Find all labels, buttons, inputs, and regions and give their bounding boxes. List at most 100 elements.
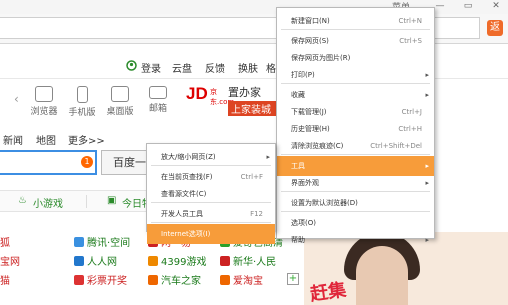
- submenu-arrow-icon: ▸: [425, 71, 429, 79]
- submenu-arrow-icon: ▸: [425, 236, 429, 244]
- notification-badge: 1: [81, 156, 93, 168]
- main-menu-item[interactable]: 界面外观 ▸: [277, 173, 434, 193]
- more-toplink[interactable]: 格: [266, 60, 276, 75]
- games-link[interactable]: 小游戏: [33, 195, 63, 210]
- site-logo-icon: [220, 275, 230, 285]
- main-menu-item[interactable]: 打印(P) ▸: [277, 65, 434, 85]
- nav-more[interactable]: 更多>>: [68, 132, 105, 147]
- menu-item-label: 查看源文件(C): [161, 190, 207, 198]
- ad-line-1: 置办家: [228, 86, 261, 99]
- shortcut-desktop[interactable]: 桌面版: [102, 84, 138, 117]
- site-label: 4399游戏: [161, 257, 207, 268]
- skin-link[interactable]: 换肤: [238, 60, 258, 75]
- main-menu-item[interactable]: 清除浏览痕迹(C) Ctrl+Shift+Del: [277, 136, 434, 156]
- menu-separator: [151, 222, 271, 223]
- login-icon: [126, 60, 137, 74]
- shortcut-label: 邮箱: [148, 104, 167, 114]
- shortcut-label: 浏览器: [30, 107, 58, 117]
- menu-item-label: 界面外观: [291, 179, 319, 187]
- cloud-link[interactable]: 云盘: [172, 60, 192, 75]
- site-label: 爱淘宝: [233, 276, 263, 287]
- menu-item-label: 历史管理(H): [291, 125, 330, 133]
- menu-item-label: Internet选项(I): [161, 230, 211, 238]
- menu-shortcut: Ctrl+N: [398, 17, 422, 25]
- menu-separator: [151, 202, 271, 203]
- restore-button[interactable]: ▭: [458, 0, 478, 12]
- tools-submenu: 放大/缩小网页(Z) ▸ 在当前页查找(F) Ctrl+F 查看源文件(C) 开发人员工具…: [146, 143, 276, 244]
- site-logo-icon: [74, 256, 84, 266]
- menu-item-label: 工具: [291, 162, 305, 170]
- menu-separator: [281, 191, 430, 192]
- menu-shortcut: F12: [250, 210, 263, 218]
- site-logo-icon: [148, 275, 158, 285]
- shortcut-label: 桌面版: [106, 107, 134, 117]
- main-menu-item[interactable]: 设置为默认浏览器(D): [277, 193, 434, 213]
- mobile-icon: [76, 86, 88, 103]
- menu-item-label: 帮助: [291, 236, 305, 244]
- site-logo-icon: [220, 256, 230, 266]
- site-link[interactable]: 人人网: [74, 253, 117, 268]
- submenu-arrow-icon: ▸: [425, 179, 429, 187]
- shortcut-mail[interactable]: 邮箱: [140, 84, 176, 114]
- jd-logo-text: JD: [186, 84, 208, 103]
- menu-item-label: 收藏: [291, 91, 305, 99]
- menu-item-label: 放大/缩小网页(Z): [161, 153, 216, 161]
- site-label: 猫: [0, 276, 10, 287]
- menu-item-label: 选项(O): [291, 219, 316, 227]
- menu-separator: [281, 211, 430, 212]
- menu-item-label: 保存网页为图片(R): [291, 54, 351, 62]
- shortcut-icons: 浏览器 手机版 桌面版 邮箱: [0, 84, 190, 124]
- shortcut-browser[interactable]: 浏览器: [26, 84, 62, 117]
- divider: [86, 195, 87, 208]
- tools-menu-item[interactable]: 开发人员工具 F12: [147, 204, 275, 224]
- shortcut-mobile[interactable]: 手机版: [64, 84, 100, 118]
- menu-item-label: 打印(P): [291, 71, 315, 79]
- nav-news[interactable]: 新闻: [3, 132, 23, 147]
- tools-menu-item[interactable]: Internet选项(I): [147, 224, 275, 244]
- jd-logo[interactable]: JD 京东.com: [186, 84, 234, 110]
- site-link[interactable]: 腾讯·空间: [74, 234, 130, 249]
- menu-separator: [281, 83, 430, 84]
- app-logo-button[interactable]: 返: [487, 20, 503, 36]
- site-link[interactable]: 4399游戏: [148, 253, 206, 268]
- site-link[interactable]: 宝网: [0, 253, 20, 268]
- site-link[interactable]: 汽车之家: [148, 272, 201, 287]
- tools-menu-item[interactable]: 放大/缩小网页(Z) ▸: [147, 147, 275, 167]
- menu-item-label: 新建窗口(N): [291, 17, 330, 25]
- desktop-icon: [111, 86, 129, 102]
- main-menu: 新建窗口(N) Ctrl+N 保存网页(S) Ctrl+S 保存网页为图片(R) 打印(P…: [276, 7, 435, 244]
- site-label: 人人网: [87, 257, 117, 268]
- tools-menu-item[interactable]: 查看源文件(C): [147, 184, 275, 204]
- shortcut-label: 手机版: [68, 108, 96, 118]
- menu-item-label: 开发人员工具: [161, 210, 203, 218]
- site-label: 汽车之家: [161, 276, 201, 287]
- feedback-link[interactable]: 反馈: [205, 60, 225, 75]
- site-logo-icon: [74, 275, 84, 285]
- site-label: 狐: [0, 238, 10, 249]
- site-link[interactable]: 狐: [0, 234, 10, 249]
- main-menu-item[interactable]: 帮助 ▸: [277, 230, 434, 250]
- menu-item-label: 保存网页(S): [291, 37, 329, 45]
- nav-map[interactable]: 地图: [36, 132, 56, 147]
- site-label: 宝网: [0, 257, 20, 268]
- main-menu-item[interactable]: 新建窗口(N) Ctrl+N: [277, 11, 434, 31]
- site-link[interactable]: 爱淘宝: [220, 272, 263, 287]
- promo-image-face: [356, 246, 408, 305]
- menu-separator: [281, 29, 430, 30]
- site-link[interactable]: 新华·人民: [220, 253, 276, 268]
- menu-shortcut: Ctrl+Shift+Del: [370, 142, 422, 150]
- site-link[interactable]: 彩票开奖: [74, 272, 127, 287]
- site-link[interactable]: 猫: [0, 272, 10, 287]
- menu-item-label: 在当前页查找(F): [161, 173, 213, 181]
- menu-item-label: 设置为默认浏览器(D): [291, 199, 358, 207]
- add-site-button[interactable]: +: [287, 273, 299, 285]
- mail-icon: [149, 86, 167, 99]
- site-logo-icon: [148, 256, 158, 266]
- menu-separator: [151, 165, 271, 166]
- close-button[interactable]: ✕: [486, 0, 506, 12]
- deals-icon: ▣: [107, 195, 117, 206]
- promo-text: 赶集: [308, 279, 348, 305]
- site-label: 新华·人民: [233, 257, 277, 268]
- login-link[interactable]: 登录: [141, 60, 161, 75]
- site-label: 腾讯·空间: [87, 238, 131, 249]
